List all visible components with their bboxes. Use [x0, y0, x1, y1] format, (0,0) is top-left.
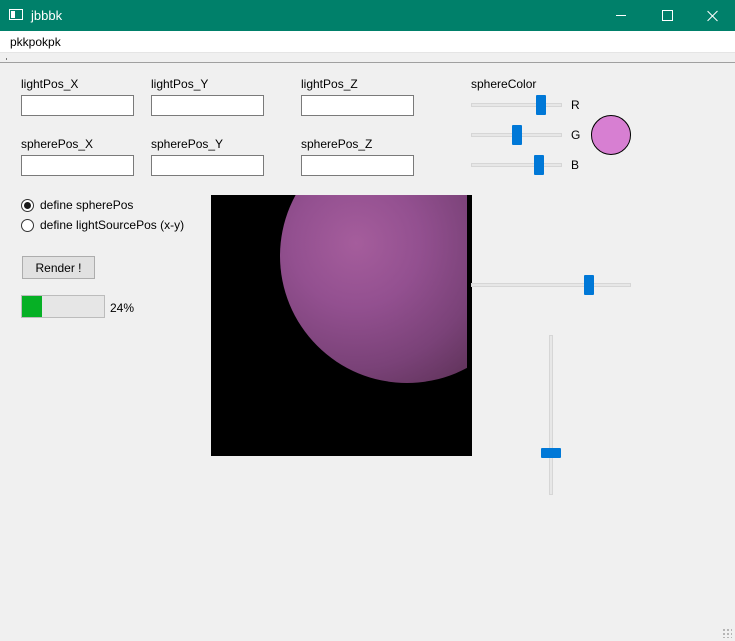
horizontal-slider-thumb[interactable]: [584, 275, 594, 295]
progress-fill: [22, 296, 42, 317]
radio-indicator[interactable]: [21, 198, 34, 212]
blue-label: B: [571, 158, 580, 172]
sphere-pos-z-label: spherePos_Z: [301, 137, 373, 151]
toolbar-separator: [0, 62, 735, 63]
render-progress-bar: [21, 295, 105, 318]
sphere-pos-y-input[interactable]: [151, 155, 264, 176]
render-canvas[interactable]: [211, 195, 472, 456]
maximize-button[interactable]: [644, 0, 690, 31]
sphere-pos-z-input[interactable]: [301, 155, 414, 176]
light-pos-y-label: lightPos_Y: [151, 77, 209, 91]
vertical-position-slider[interactable]: [541, 335, 561, 495]
render-viewport: [211, 195, 467, 456]
sphere-pos-x-label: spherePos_X: [21, 137, 94, 151]
red-slider-thumb[interactable]: [536, 95, 546, 115]
app-icon: [9, 9, 23, 20]
radio-define-sphere-pos[interactable]: define spherePos: [21, 198, 133, 212]
close-button[interactable]: [690, 0, 735, 31]
green-slider[interactable]: [471, 125, 562, 145]
horizontal-position-slider[interactable]: [471, 275, 631, 295]
light-pos-x-label: lightPos_X: [21, 77, 79, 91]
sphere-color-preview: [591, 115, 631, 155]
green-slider-thumb[interactable]: [512, 125, 522, 145]
light-pos-z-label: lightPos_Z: [301, 77, 358, 91]
minimize-icon: [616, 15, 626, 16]
red-slider[interactable]: [471, 95, 562, 115]
radio-define-light-source-pos[interactable]: define lightSourcePos (x-y): [21, 218, 184, 232]
resize-grip-icon[interactable]: [722, 628, 732, 638]
maximize-icon: [661, 10, 673, 21]
sphere-pos-y-label: spherePos_Y: [151, 137, 224, 151]
vertical-slider-track: [549, 335, 553, 495]
blue-slider-track: [471, 163, 562, 167]
title-bar[interactable]: jbbbk: [0, 0, 735, 31]
light-pos-x-input[interactable]: [21, 95, 134, 116]
red-slider-track: [471, 103, 562, 107]
window-title: jbbbk: [31, 8, 63, 23]
toolbar-handle: [6, 58, 7, 60]
blue-slider[interactable]: [471, 155, 562, 175]
light-pos-y-input[interactable]: [151, 95, 264, 116]
progress-percent-text: 24%: [110, 301, 135, 315]
radio-indicator[interactable]: [21, 218, 34, 232]
radio-label: define spherePos: [40, 198, 134, 212]
rendered-sphere: [280, 195, 467, 383]
radio-label: define lightSourcePos (x-y): [40, 218, 185, 232]
blue-slider-thumb[interactable]: [534, 155, 544, 175]
sphere-pos-x-input[interactable]: [21, 155, 134, 176]
render-button[interactable]: Render !: [22, 256, 95, 279]
menu-item-pkkpokpk[interactable]: pkkpokpk: [10, 35, 61, 49]
green-label: G: [571, 128, 581, 142]
red-label: R: [571, 98, 580, 112]
minimize-button[interactable]: [598, 0, 644, 31]
light-pos-z-input[interactable]: [301, 95, 414, 116]
horizontal-slider-track: [471, 283, 631, 287]
vertical-slider-thumb[interactable]: [541, 448, 561, 458]
close-icon: [707, 10, 719, 22]
main-window: jbbbk pkkpokpk lightPos_X lightPos_Y lig…: [0, 0, 735, 641]
menu-bar: pkkpokpk: [0, 31, 735, 53]
sphere-color-label: sphereColor: [471, 77, 537, 91]
